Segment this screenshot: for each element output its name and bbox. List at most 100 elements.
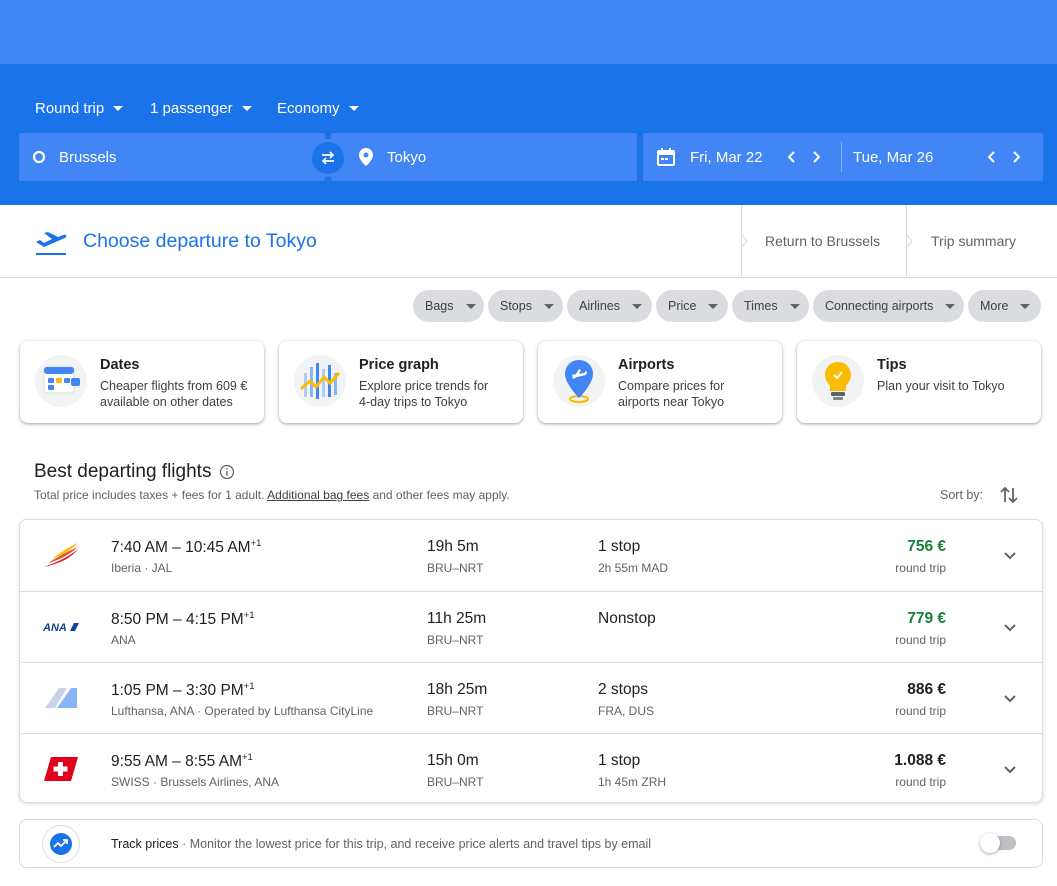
expand-button[interactable]: [998, 544, 1022, 568]
filter-chip-stops[interactable]: Stops: [488, 290, 563, 322]
bag-fees-link[interactable]: Additional bag fees: [267, 488, 369, 502]
tips-card[interactable]: Tips Plan your visit to Tokyo: [797, 341, 1041, 423]
airport-pin-icon: [553, 355, 605, 407]
flight-row[interactable]: 7:40 AM – 10:45 AM+1 Iberia · JAL 19h 5m…: [20, 520, 1042, 591]
stop-details: 2h 55m MAD: [598, 561, 669, 575]
dropdown-caret-icon: [632, 303, 642, 309]
card-description: Explore price trends for 4-day trips to T…: [359, 379, 489, 409]
flight-times: 7:40 AM – 10:45 AM+1: [111, 538, 262, 557]
toggle-knob: [980, 833, 1000, 853]
trip-type-label: Round trip: [35, 100, 105, 117]
depart-prev-button[interactable]: [780, 145, 804, 169]
flight-price: 756 €: [907, 538, 946, 555]
depart-next-button[interactable]: [804, 145, 828, 169]
filter-chip-label: Times: [744, 299, 778, 313]
trip-type-select[interactable]: Round trip: [35, 100, 124, 117]
card-title: Price graph: [359, 357, 439, 373]
destination-field[interactable]: Tokyo: [331, 133, 637, 181]
track-prices-toggle[interactable]: [980, 833, 1016, 853]
step-navigation: Choose departure to Tokyo Return to Brus…: [0, 205, 1057, 278]
filter-chip-label: Connecting airports: [825, 299, 934, 313]
expand-button[interactable]: [998, 616, 1022, 640]
calendar-icon: [35, 355, 87, 407]
card-description: Compare prices for airports near Tokyo: [618, 379, 725, 409]
passengers-select[interactable]: 1 passenger: [150, 100, 252, 117]
filter-chip-more[interactable]: More: [968, 290, 1041, 322]
filter-chip-airlines[interactable]: Airlines: [567, 290, 652, 322]
search-panel: Round trip 1 passenger Economy Brussels …: [0, 64, 1057, 205]
price-type: round trip: [895, 561, 946, 575]
dates-card[interactable]: Dates Cheaper flights from 609 € availabl…: [20, 341, 264, 423]
flight-route: BRU–NRT: [427, 775, 484, 789]
chevron-down-icon: [1004, 624, 1016, 632]
destination-value: Tokyo: [387, 148, 427, 166]
price-graph-card[interactable]: Price graph Explore price trends for 4-da…: [279, 341, 523, 423]
flight-row[interactable]: 9:55 AM – 8:55 AM+1 SWISS · Brussels Air…: [20, 733, 1042, 804]
card-title: Airports: [618, 357, 675, 373]
dropdown-caret-icon: [113, 106, 124, 111]
filter-chip-label: Price: [668, 299, 697, 313]
passengers-label: 1 passenger: [150, 100, 233, 117]
flight-price: 886 €: [907, 681, 946, 698]
cabin-select[interactable]: Economy: [277, 100, 359, 117]
expand-button[interactable]: [998, 758, 1022, 782]
filter-chip-bags[interactable]: Bags: [413, 290, 484, 322]
track-prices-label: Track prices: [111, 837, 179, 851]
multi-airline-logo: [42, 683, 80, 713]
card-description: Plan your visit to Tokyo: [877, 379, 1005, 393]
ana-logo: ANA: [42, 612, 80, 642]
info-icon[interactable]: [219, 464, 235, 480]
step-return[interactable]: Return to Brussels: [740, 205, 906, 277]
step-summary-label: Trip summary: [931, 233, 1017, 249]
results-title: Best departing flights: [34, 461, 212, 482]
flight-price: 779 €: [907, 610, 946, 627]
origin-field[interactable]: Brussels: [19, 133, 325, 181]
flight-duration: 15h 0m: [427, 752, 479, 769]
chevron-right-icon: [1013, 151, 1021, 163]
price-type: round trip: [895, 704, 946, 718]
card-title: Dates: [100, 357, 140, 373]
filter-chip-label: More: [980, 299, 1009, 313]
filter-chip-price[interactable]: Price: [656, 290, 728, 322]
airline-names: SWISS · Brussels Airlines, ANA: [111, 775, 280, 789]
return-prev-button[interactable]: [980, 145, 1004, 169]
sort-icon[interactable]: [998, 484, 1020, 506]
swap-button[interactable]: [312, 142, 344, 174]
flight-row[interactable]: ANA 8:50 PM – 4:15 PM+1 ANA 11h 25m BRU–…: [20, 591, 1042, 662]
track-prices-panel: Track prices · Monitor the lowest price …: [19, 819, 1043, 868]
flight-price: 1.088 €: [894, 752, 946, 769]
cabin-label: Economy: [277, 100, 340, 117]
return-next-button[interactable]: [1004, 145, 1028, 169]
price-type: round trip: [895, 775, 946, 789]
flight-row[interactable]: 1:05 PM – 3:30 PM+1 Lufthansa, ANA · Ope…: [20, 662, 1042, 733]
dropdown-caret-icon: [1020, 303, 1031, 309]
origin-value: Brussels: [59, 148, 117, 166]
filter-chip-connecting-airports[interactable]: Connecting airports: [813, 290, 964, 322]
stop-details: FRA, DUS: [598, 704, 655, 718]
app-bar: [0, 0, 1057, 64]
flight-route: BRU–NRT: [427, 704, 484, 718]
filter-chip-times[interactable]: Times: [732, 290, 809, 322]
location-pin-icon: [359, 148, 373, 166]
subtitle-text: and other fees may apply.: [372, 488, 510, 502]
filter-chip-label: Airlines: [579, 299, 620, 313]
step-summary[interactable]: Trip summary: [905, 205, 1057, 277]
swap-arrows-icon: [321, 151, 335, 165]
dates-field[interactable]: Fri, Mar 22 Tue, Mar 26: [643, 133, 1043, 181]
chevron-down-icon: [1004, 695, 1016, 703]
flight-stops: Nonstop: [598, 610, 656, 627]
chevron-left-icon: [987, 151, 995, 163]
flight-times: 8:50 PM – 4:15 PM+1: [111, 610, 255, 629]
return-date-value: Tue, Mar 26: [853, 148, 934, 166]
airline-names: Iberia · JAL: [111, 561, 173, 575]
swiss-logo: [42, 754, 80, 784]
calendar-icon: [657, 148, 675, 166]
filter-chip-label: Bags: [425, 299, 454, 313]
dropdown-caret-icon: [708, 303, 719, 309]
airports-card[interactable]: Airports Compare prices for airports near…: [538, 341, 782, 423]
flight-times: 9:55 AM – 8:55 AM+1: [111, 752, 253, 771]
flight-list: 7:40 AM – 10:45 AM+1 Iberia · JAL 19h 5m…: [19, 519, 1043, 803]
trend-icon: [42, 825, 80, 863]
expand-button[interactable]: [998, 687, 1022, 711]
flight-route: BRU–NRT: [427, 561, 484, 575]
